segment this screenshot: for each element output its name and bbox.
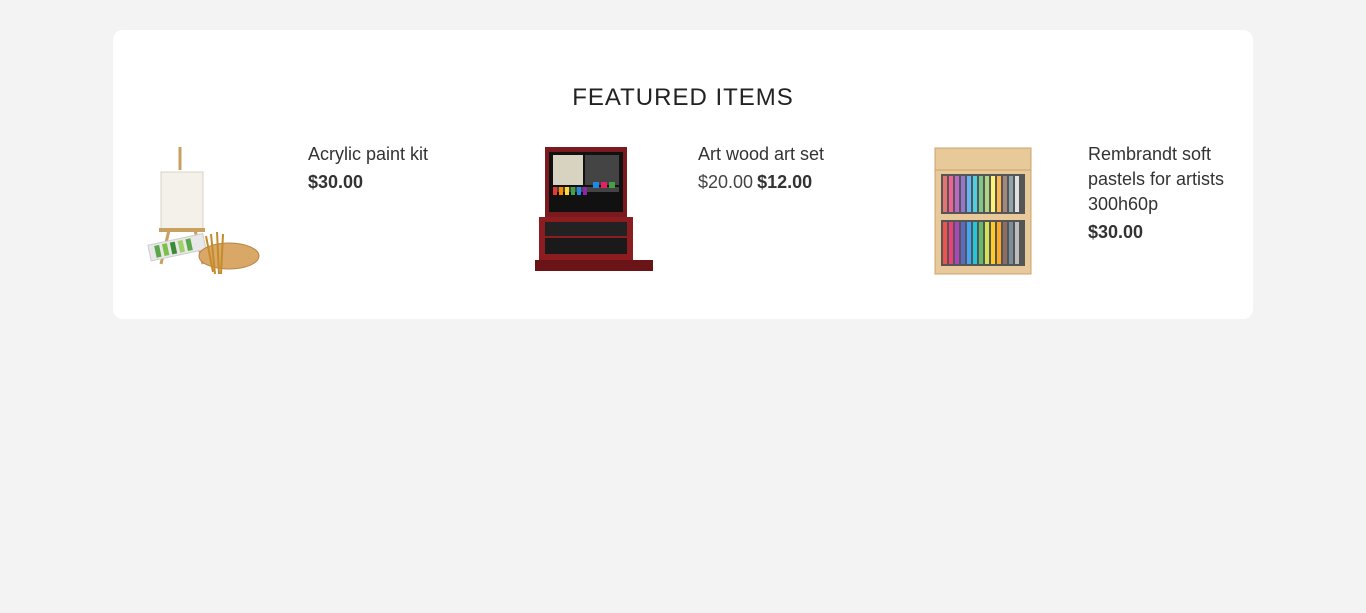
- product-info: Rembrandt soft pastels for artists 300h6…: [1088, 142, 1238, 243]
- section-title: FEATURED ITEMS: [572, 84, 794, 111]
- current-price: $30.00: [308, 172, 364, 192]
- original-price: $20.00: [698, 172, 754, 192]
- art-wood-art-set-image[interactable]: [533, 142, 663, 277]
- product-info: Acrylic paint kit $30.00: [308, 142, 458, 193]
- product-price: $30.00: [1088, 221, 1238, 243]
- product-name-link[interactable]: Art wood art set: [698, 142, 848, 167]
- product-price: $30.00: [308, 171, 458, 193]
- acrylic-paint-kit-image[interactable]: [143, 142, 273, 277]
- product-name-link[interactable]: Acrylic paint kit: [308, 142, 458, 167]
- current-price: $30.00: [1088, 222, 1144, 242]
- pastels-set-image[interactable]: [923, 142, 1053, 277]
- product-name-link[interactable]: Rembrandt soft pastels for artists 300h6…: [1088, 142, 1238, 217]
- product-info: Art wood art set $20.00 $12.00: [698, 142, 848, 193]
- sale-price: $12.00: [757, 172, 813, 192]
- product-price: $20.00 $12.00: [698, 171, 848, 193]
- featured-items-card: FEATURED ITEMS Acrylic paint kit $30.00 …: [113, 30, 1253, 319]
